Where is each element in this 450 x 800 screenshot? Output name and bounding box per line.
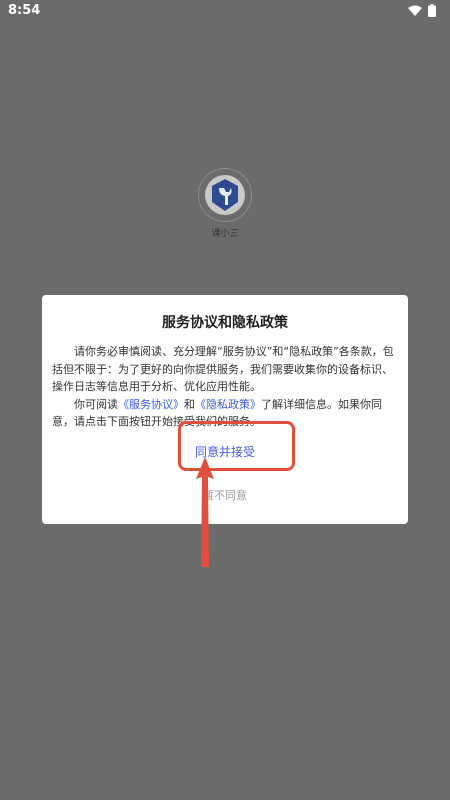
privacy-dialog: 服务协议和隐私政策 请你务必审慎阅读、充分理解“服务协议”和“隐私政策”各条款，…	[42, 295, 408, 524]
privacy-policy-link[interactable]: 《隐私政策》	[195, 398, 261, 411]
dialog-paragraph-1: 请你务必审慎阅读、充分理解“服务协议”和“隐私政策”各条款，包括但不限于：为了更…	[52, 345, 394, 393]
decline-button[interactable]: 暂不同意	[42, 487, 408, 503]
status-time: 8:54	[8, 3, 41, 18]
app-name: 课小三	[211, 229, 239, 239]
app-logo	[205, 175, 245, 215]
arrow-annotation	[196, 457, 214, 567]
and-text: 和	[184, 397, 195, 411]
battery-icon	[428, 4, 436, 17]
wifi-icon	[408, 5, 422, 16]
dialog-body: 请你务必审慎阅读、充分理解“服务协议”和“隐私政策”各条款，包括但不限于：为了更…	[52, 343, 398, 431]
app-logo-ring	[198, 168, 252, 222]
status-icons	[408, 4, 436, 17]
wrench-logo-icon	[212, 179, 238, 211]
dialog-title: 服务协议和隐私政策	[162, 315, 288, 331]
paragraph-2-prefix: 你可阅读	[74, 397, 118, 411]
service-agreement-link[interactable]: 《服务协议》	[118, 398, 184, 411]
status-bar: 8:54	[0, 0, 450, 22]
